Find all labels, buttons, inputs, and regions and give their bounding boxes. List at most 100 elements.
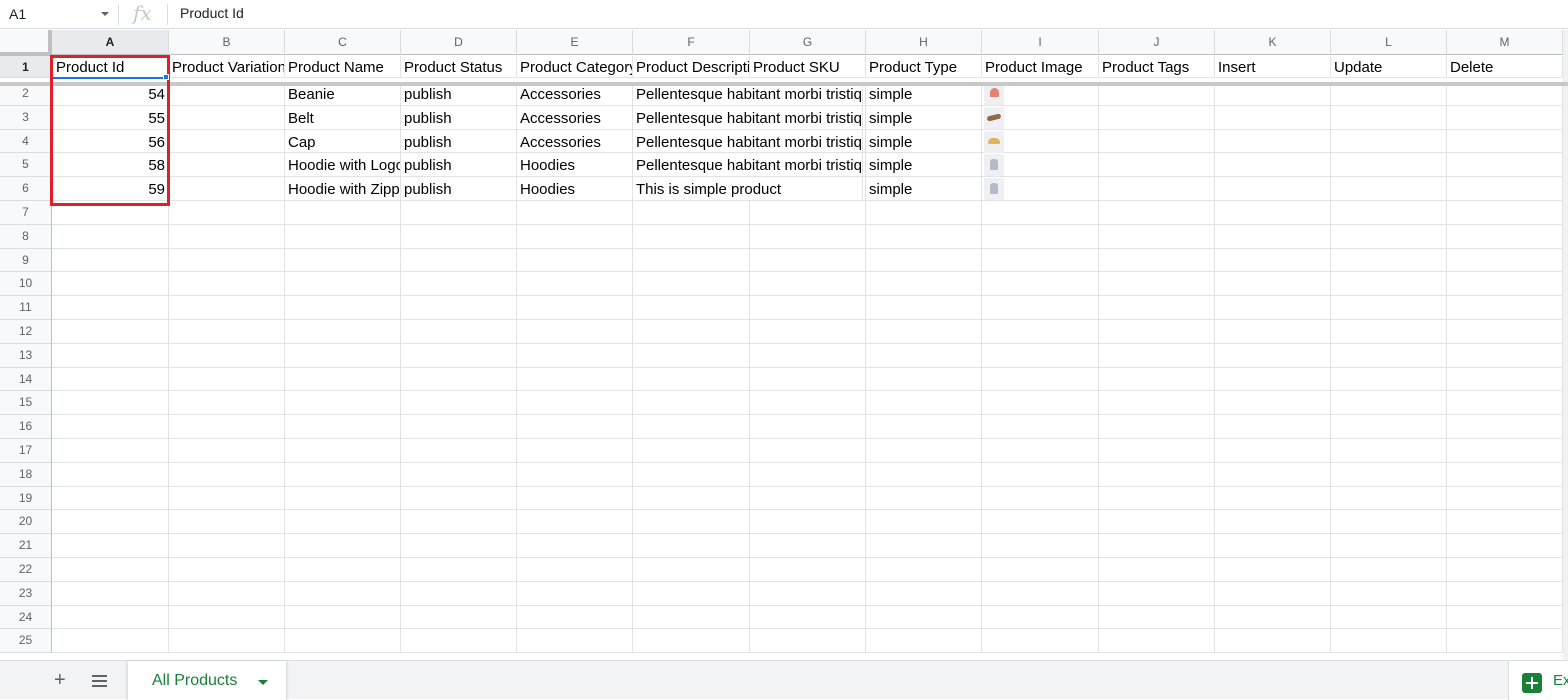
header-cell-i[interactable]: Product Image: [982, 56, 1099, 78]
cell-i12[interactable]: [982, 320, 1099, 344]
cell-h12[interactable]: [866, 320, 982, 344]
cell-a24[interactable]: [52, 605, 169, 630]
cell-j9[interactable]: [1099, 248, 1215, 273]
cell-l18[interactable]: [1331, 462, 1447, 487]
cell-h17[interactable]: [866, 439, 982, 463]
cell-k25[interactable]: [1215, 629, 1331, 654]
column-header-k[interactable]: K: [1215, 30, 1331, 55]
header-cell-l[interactable]: Update: [1331, 56, 1447, 78]
cell-k9[interactable]: [1215, 248, 1331, 273]
cell-d16[interactable]: [401, 415, 517, 439]
cell-e8[interactable]: [517, 224, 633, 249]
cell-m14[interactable]: [1447, 367, 1563, 392]
cell-l12[interactable]: [1331, 320, 1447, 344]
cell-h9[interactable]: [866, 248, 982, 273]
cell-k22[interactable]: [1215, 558, 1331, 582]
cell-m21[interactable]: [1447, 534, 1563, 558]
cell-c7[interactable]: [285, 201, 401, 225]
cell-j18[interactable]: [1099, 462, 1215, 487]
cell-g23[interactable]: [750, 581, 866, 606]
cell-c10[interactable]: [285, 272, 401, 297]
cell-c25[interactable]: [285, 629, 401, 654]
cell-g13[interactable]: [750, 343, 866, 368]
cell-i17[interactable]: [982, 439, 1099, 463]
row-header-6[interactable]: 6: [0, 177, 52, 201]
cell-b25[interactable]: [169, 629, 285, 654]
cell-c15[interactable]: [285, 391, 401, 416]
cell-c13[interactable]: [285, 343, 401, 368]
cell-l22[interactable]: [1331, 558, 1447, 582]
cell-i15[interactable]: [982, 391, 1099, 416]
cell-k4[interactable]: [1215, 129, 1331, 154]
cell-m4[interactable]: [1447, 129, 1563, 154]
cell-c18[interactable]: [285, 462, 401, 487]
cell-a9[interactable]: [52, 248, 169, 273]
cell-i8[interactable]: [982, 224, 1099, 249]
cell-i7[interactable]: [982, 201, 1099, 225]
cell-e5[interactable]: Hoodies: [517, 153, 633, 178]
cell-g20[interactable]: [750, 510, 866, 535]
cell-f18[interactable]: [633, 462, 750, 487]
cell-b18[interactable]: [169, 462, 285, 487]
cell-d4[interactable]: publish: [401, 129, 517, 154]
column-header-j[interactable]: J: [1099, 30, 1215, 55]
cell-e25[interactable]: [517, 629, 633, 654]
cell-g9[interactable]: [750, 248, 866, 273]
cell-h19[interactable]: [866, 486, 982, 511]
header-cell-d[interactable]: Product Status: [401, 56, 517, 78]
cell-a4[interactable]: 56: [52, 129, 169, 154]
cell-k18[interactable]: [1215, 462, 1331, 487]
cell-e15[interactable]: [517, 391, 633, 416]
cell-m8[interactable]: [1447, 224, 1563, 249]
cell-f9[interactable]: [633, 248, 750, 273]
cell-c17[interactable]: [285, 439, 401, 463]
cell-j13[interactable]: [1099, 343, 1215, 368]
row-header-23[interactable]: 23: [0, 581, 52, 606]
cell-g16[interactable]: [750, 415, 866, 439]
column-header-h[interactable]: H: [866, 30, 982, 55]
cell-h25[interactable]: [866, 629, 982, 654]
cell-f7[interactable]: [633, 201, 750, 225]
sheet-tab-all-products[interactable]: All Products: [128, 661, 286, 700]
cell-a16[interactable]: [52, 415, 169, 439]
cell-h15[interactable]: [866, 391, 982, 416]
cell-a5[interactable]: 58: [52, 153, 169, 178]
cell-a14[interactable]: [52, 367, 169, 392]
cell-g18[interactable]: [750, 462, 866, 487]
cell-k6[interactable]: [1215, 177, 1331, 201]
cell-l9[interactable]: [1331, 248, 1447, 273]
cell-d3[interactable]: publish: [401, 105, 517, 130]
row-header-17[interactable]: 17: [0, 439, 52, 463]
cell-i14[interactable]: [982, 367, 1099, 392]
cell-i19[interactable]: [982, 486, 1099, 511]
cell-g10[interactable]: [750, 272, 866, 297]
cell-a13[interactable]: [52, 343, 169, 368]
cell-f3[interactable]: Pellentesque habitant morbi tristique: [633, 105, 863, 130]
row-header-7[interactable]: 7: [0, 201, 52, 225]
cell-b12[interactable]: [169, 320, 285, 344]
cell-j12[interactable]: [1099, 320, 1215, 344]
cell-a12[interactable]: [52, 320, 169, 344]
row-header-18[interactable]: 18: [0, 462, 52, 487]
cell-b13[interactable]: [169, 343, 285, 368]
cell-e16[interactable]: [517, 415, 633, 439]
cell-j7[interactable]: [1099, 201, 1215, 225]
cell-k17[interactable]: [1215, 439, 1331, 463]
cell-m9[interactable]: [1447, 248, 1563, 273]
row-header-16[interactable]: 16: [0, 415, 52, 439]
row-header-8[interactable]: 8: [0, 224, 52, 249]
cell-k19[interactable]: [1215, 486, 1331, 511]
cell-j14[interactable]: [1099, 367, 1215, 392]
add-sheet-button[interactable]: +: [54, 670, 66, 690]
cell-m10[interactable]: [1447, 272, 1563, 297]
cell-b16[interactable]: [169, 415, 285, 439]
cell-i21[interactable]: [982, 534, 1099, 558]
column-header-e[interactable]: E: [517, 30, 633, 55]
cell-a18[interactable]: [52, 462, 169, 487]
cell-j25[interactable]: [1099, 629, 1215, 654]
cell-c8[interactable]: [285, 224, 401, 249]
row-header-3[interactable]: 3: [0, 105, 52, 130]
cell-b7[interactable]: [169, 201, 285, 225]
cell-k16[interactable]: [1215, 415, 1331, 439]
cell-b20[interactable]: [169, 510, 285, 535]
